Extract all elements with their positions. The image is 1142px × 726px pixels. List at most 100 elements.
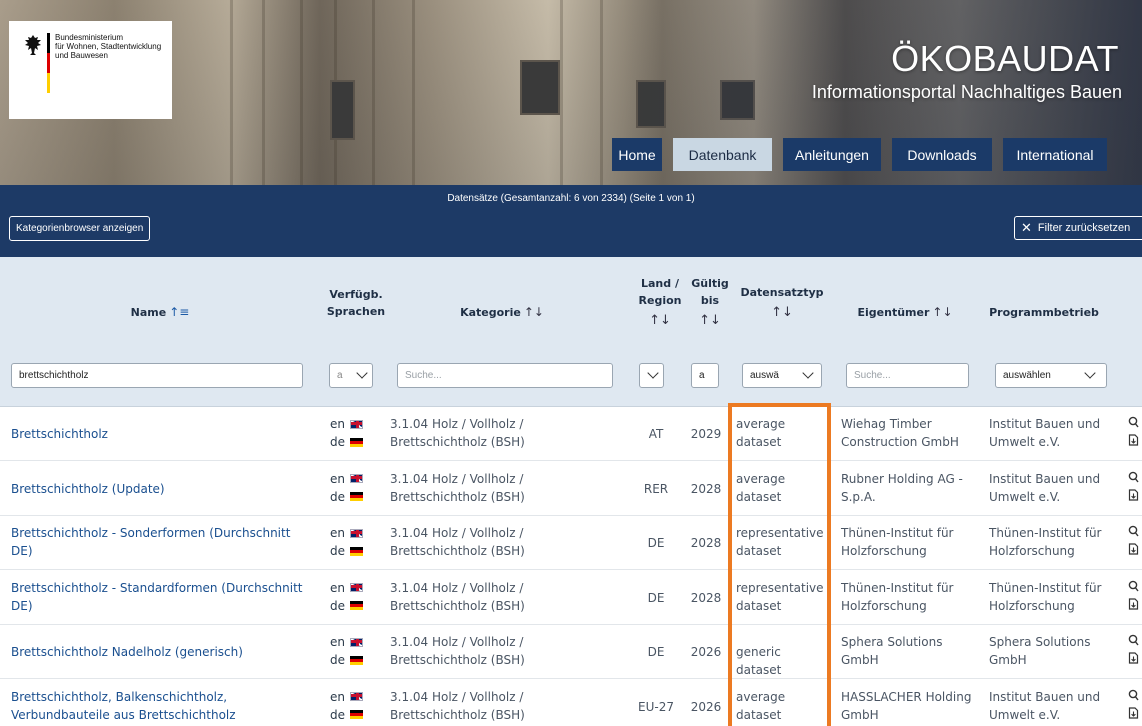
- chevron-down-icon: [356, 367, 368, 379]
- category-cell: 3.1.04 Holz / Vollholz / Brettschichthol…: [390, 689, 525, 722]
- sort-icon[interactable]: ↑↓: [734, 304, 830, 321]
- valid-until-cell: 2028: [690, 481, 722, 496]
- language-list: en de: [330, 470, 375, 506]
- ministry-name: Bundesministerium für Wohnen, Stadtentwi…: [55, 33, 162, 60]
- reset-filter-label: Filter zurücksetzen: [1037, 222, 1131, 234]
- sort-icon[interactable]: ↑↓: [688, 312, 732, 329]
- land-cell: DE: [647, 590, 665, 605]
- column-header-category[interactable]: Kategorie ↑↓: [452, 304, 552, 321]
- dtype-filter-select[interactable]: auswä: [742, 363, 822, 388]
- language-list: en de: [330, 415, 375, 451]
- program-cell: Institut Bauen und Umwelt e.V.: [989, 417, 1101, 449]
- download-icon[interactable]: [1128, 651, 1142, 669]
- valid-until-cell: 2026: [690, 699, 722, 714]
- eagle-icon: [25, 35, 41, 55]
- category-cell: 3.1.04 Holz / Vollholz / Brettschichthol…: [390, 635, 525, 667]
- header-banner: Bundesministerium für Wohnen, Stadtentwi…: [0, 0, 1142, 185]
- view-icon[interactable]: [1128, 470, 1142, 488]
- download-icon[interactable]: [1128, 597, 1142, 615]
- sort-icon[interactable]: ↑↓: [932, 304, 952, 321]
- category-filter-input[interactable]: Suche...: [397, 363, 613, 388]
- dataset-name-link[interactable]: Brettschichtholz (Update): [11, 480, 311, 498]
- uk-flag-icon: [350, 637, 363, 647]
- land-cell: AT: [648, 427, 664, 441]
- chevron-down-icon: [1084, 367, 1096, 379]
- reset-filter-button[interactable]: ✕ Filter zurücksetzen: [1014, 216, 1142, 240]
- uk-flag-icon: [350, 692, 363, 701]
- land-cell: EU-27: [638, 699, 674, 714]
- valid-until-cell: 2026: [690, 645, 722, 659]
- program-cell: Institut Bauen und Umwelt e.V.: [989, 471, 1101, 504]
- row-actions: [1128, 524, 1142, 560]
- land-cell: DE: [647, 645, 665, 659]
- dataset-type-cell: representative dataset: [736, 526, 824, 558]
- table-row[interactable]: Brettschichtholz - Standardformen (Durch…: [0, 570, 1142, 625]
- de-flag-icon: [350, 492, 363, 501]
- dataset-type-cell: generic dataset: [736, 645, 782, 677]
- dataset-type-cell: average dataset: [736, 417, 786, 449]
- download-icon[interactable]: [1128, 706, 1142, 724]
- main-navigation: Home Datenbank Anleitungen Downloads Int…: [612, 138, 1118, 171]
- language-list: en de: [330, 524, 375, 560]
- column-header-land[interactable]: Land / Region ↑↓: [634, 275, 686, 329]
- view-icon[interactable]: [1128, 579, 1142, 597]
- flag-stripe: [47, 33, 50, 93]
- table-row[interactable]: Brettschichtholz - Sonderformen (Durchsc…: [0, 516, 1142, 570]
- land-cell: RER: [643, 481, 669, 496]
- language-list: en de: [330, 688, 375, 724]
- nav-international[interactable]: International: [1003, 138, 1107, 171]
- dataset-name-link[interactable]: Brettschichtholz: [11, 425, 311, 443]
- category-browser-button[interactable]: Kategorienbrowser anzeigen: [9, 216, 151, 241]
- program-cell: Institut Bauen und Umwelt e.V.: [989, 689, 1101, 722]
- name-filter-input[interactable]: brettschichtholz: [11, 363, 303, 388]
- column-header-valid[interactable]: Gültig bis ↑↓: [688, 275, 732, 329]
- owner-cell: Sphera Solutions GmbH: [841, 635, 943, 667]
- ministry-logo[interactable]: Bundesministerium für Wohnen, Stadtentwi…: [9, 21, 172, 119]
- sort-ascending-icon[interactable]: ↑≡: [169, 304, 189, 321]
- dataset-name-link[interactable]: Brettschichtholz Nadelholz (generisch): [11, 643, 311, 661]
- view-icon[interactable]: [1128, 415, 1142, 433]
- program-filter-select[interactable]: auswählen: [995, 363, 1107, 388]
- view-icon[interactable]: [1128, 688, 1142, 706]
- uk-flag-icon: [350, 419, 363, 429]
- de-flag-icon: [350, 601, 363, 610]
- nav-datenbank[interactable]: Datenbank: [673, 138, 772, 171]
- column-header-dtype[interactable]: Datensatztyp ↑↓: [734, 284, 830, 321]
- close-icon: ✕: [1021, 220, 1032, 235]
- site-subtitle: Informationsportal Nachhaltiges Bauen: [811, 82, 1122, 102]
- site-title: ÖKOBAUDAT: [891, 38, 1119, 79]
- dataset-name-link[interactable]: Brettschichtholz - Standardformen (Durch…: [11, 579, 311, 615]
- land-filter-select[interactable]: [639, 363, 664, 388]
- table-row[interactable]: Brettschichtholz, Balkenschichtholz, Ver…: [0, 679, 1142, 726]
- view-icon[interactable]: [1128, 633, 1142, 651]
- language-filter-select[interactable]: a: [329, 363, 373, 388]
- nav-anleitungen[interactable]: Anleitungen: [783, 138, 881, 171]
- row-actions: [1128, 415, 1142, 451]
- chevron-down-icon: [718, 367, 719, 378]
- de-flag-icon: [350, 710, 363, 719]
- column-header-owner[interactable]: Eigentümer ↑↓: [840, 304, 970, 321]
- valid-filter-select[interactable]: a: [691, 363, 719, 388]
- sort-icon[interactable]: ↑↓: [634, 312, 686, 329]
- valid-until-cell: 2028: [690, 536, 722, 550]
- program-cell: Thünen-Institut für Holzforschung: [989, 580, 1102, 613]
- dataset-name-link[interactable]: Brettschichtholz, Balkenschichtholz, Ver…: [11, 688, 311, 724]
- sort-icon[interactable]: ↑↓: [524, 304, 544, 321]
- nav-downloads[interactable]: Downloads: [892, 138, 992, 171]
- column-header-name[interactable]: Name ↑≡: [120, 304, 200, 321]
- owner-cell: Thünen-Institut für Holzforschung: [841, 580, 954, 613]
- download-icon[interactable]: [1128, 488, 1142, 506]
- download-icon[interactable]: [1128, 542, 1142, 560]
- chevron-down-icon: [647, 367, 659, 379]
- uk-flag-icon: [350, 583, 363, 592]
- table-row[interactable]: Brettschichtholz (Update) en de 3.1.04 H…: [0, 461, 1142, 516]
- download-icon[interactable]: [1128, 433, 1142, 451]
- dataset-name-link[interactable]: Brettschichtholz - Sonderformen (Durchsc…: [11, 524, 311, 560]
- owner-filter-input[interactable]: Suche...: [846, 363, 969, 388]
- table-row[interactable]: Brettschichtholz en de 3.1.04 Holz / Vol…: [0, 407, 1142, 461]
- dataset-type-cell: representative dataset: [736, 580, 824, 613]
- nav-home[interactable]: Home: [612, 138, 662, 171]
- category-cell: 3.1.04 Holz / Vollholz / Brettschichthol…: [390, 580, 525, 613]
- table-row[interactable]: Brettschichtholz Nadelholz (generisch) e…: [0, 625, 1142, 679]
- view-icon[interactable]: [1128, 524, 1142, 542]
